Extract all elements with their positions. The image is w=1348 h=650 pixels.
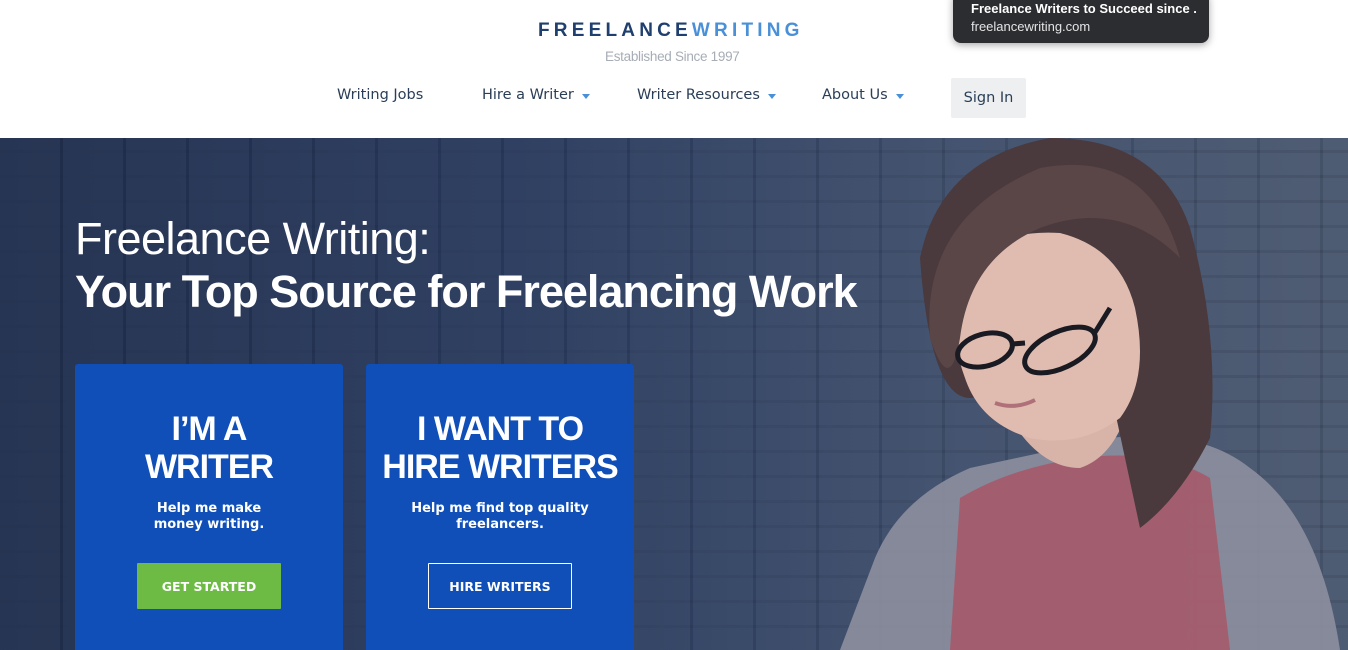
hero-title-line2: Your Top Source for Freelancing Work: [75, 266, 858, 317]
hire-card: I WANT TO HIRE WRITERS Help me find top …: [366, 364, 634, 650]
heading-line: WRITER: [144, 448, 274, 486]
get-started-button[interactable]: GET STARTED: [137, 563, 281, 609]
hire-writers-button[interactable]: HIRE WRITERS: [428, 563, 572, 609]
heading-line: HIRE WRITERS: [382, 448, 618, 486]
hero-section: Freelance Writing: Your Top Source for F…: [0, 138, 1348, 650]
link-tooltip: Freelance Writers to Succeed since ... f…: [953, 0, 1209, 43]
nav-label: Writing Jobs: [337, 87, 424, 103]
logo-part-writing: WRITING: [691, 20, 804, 41]
hero-title-line1: Freelance Writing:: [75, 213, 431, 264]
writer-card-heading: I’M A WRITER: [75, 410, 343, 486]
tooltip-url: freelancewriting.com: [971, 19, 1091, 34]
nav-writer-resources[interactable]: Writer Resources: [637, 87, 776, 103]
nav-label: Writer Resources: [637, 87, 760, 103]
sign-in-button[interactable]: Sign In: [951, 78, 1026, 118]
site-logo[interactable]: FREELANCEWRITING: [538, 20, 818, 42]
description-line: Help me find top quality: [411, 501, 589, 516]
heading-line: I WANT TO: [416, 410, 584, 448]
nav-writing-jobs[interactable]: Writing Jobs: [337, 87, 423, 103]
nav-label: Hire a Writer: [482, 87, 574, 103]
writer-card-description: Help me make money writing.: [75, 501, 343, 533]
description-line: Help me make: [156, 501, 262, 516]
woman-reading-image: [840, 138, 1340, 650]
chevron-down-icon: [895, 93, 904, 99]
writer-card: I’M A WRITER Help me make money writing.…: [75, 364, 343, 650]
hire-card-heading: I WANT TO HIRE WRITERS: [366, 410, 634, 486]
chevron-down-icon: [767, 93, 776, 99]
description-line: freelancers.: [456, 517, 544, 532]
hire-card-description: Help me find top quality freelancers.: [366, 501, 634, 533]
nav-about-us[interactable]: About Us: [822, 87, 904, 103]
tooltip-title: Freelance Writers to Succeed since ...: [971, 1, 1196, 16]
nav-label: About Us: [822, 87, 888, 103]
nav-hire-a-writer[interactable]: Hire a Writer: [482, 87, 590, 103]
logo-tagline: Established Since 1997: [605, 49, 740, 64]
description-line: money writing.: [153, 517, 265, 532]
logo-part-freelance: FREELANCE: [538, 20, 692, 41]
heading-line: I’M A: [171, 410, 248, 448]
chevron-down-icon: [581, 93, 590, 99]
